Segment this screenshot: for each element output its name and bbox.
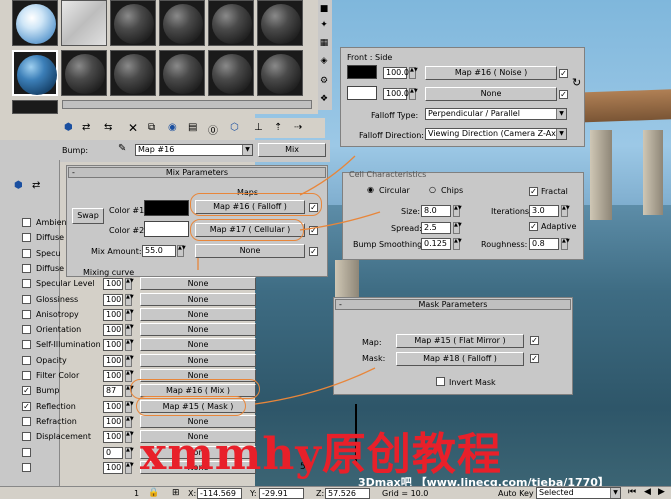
grid-size: Grid = 10.0 [382, 489, 429, 498]
transform-mode-icon[interactable]: ⊞ [172, 488, 180, 498]
prev-frame-icon[interactable]: ◀ [644, 487, 651, 497]
status-bar: 1 🔒 ⊞ X: -114.569 Y: -29.91 Z: 57.526 Gr… [0, 486, 671, 499]
selection-filter-dropdown[interactable]: Selected ▼ [536, 487, 621, 499]
frame-number: 1 [134, 489, 140, 498]
x-coordinate-field[interactable]: -114.569 [197, 488, 242, 499]
x-label: X: [188, 489, 197, 498]
watermark-text: xmmhy原创教程 [140, 429, 502, 480]
play-icon[interactable]: ▶ [658, 487, 665, 497]
auto-key-label: Auto Key [498, 489, 534, 498]
z-coordinate-field[interactable]: 57.526 [325, 488, 370, 499]
go-start-icon[interactable]: ⏮ [628, 487, 636, 497]
y-label: Y: [250, 489, 257, 498]
lock-icon[interactable]: 🔒 [148, 488, 159, 498]
z-label: Z: [316, 489, 325, 498]
y-coordinate-field[interactable]: -29.91 [259, 488, 304, 499]
